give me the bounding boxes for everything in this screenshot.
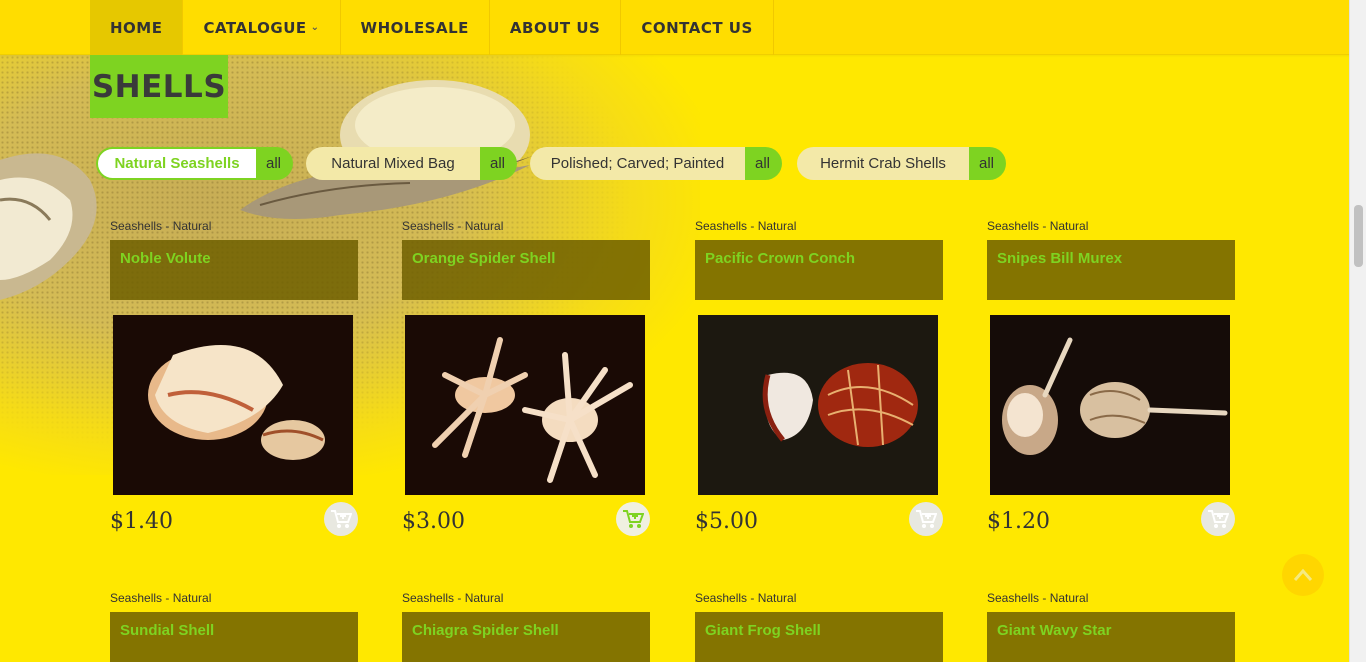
product-card[interactable]: Seashells - Natural Orange Spider Shell … [402,219,650,549]
cart-icon [1208,510,1229,528]
product-category: Seashells - Natural [110,591,212,605]
filter-label[interactable]: Polished; Carved; Painted [530,147,745,180]
nav-catalogue[interactable]: CATALOGUE ⌄ [183,0,341,55]
product-card[interactable]: Seashells - Natural Chiagra Spider Shell [402,591,650,662]
cart-icon [623,510,644,528]
filter-natural-mixed-bag[interactable]: Natural Mixed Bag all [306,147,518,180]
product-card[interactable]: Seashells - Natural Sundial Shell [110,591,358,662]
filter-label[interactable]: Natural Mixed Bag [306,147,480,180]
product-price: $1.40 [110,509,173,534]
filter-hermit-crab-shells[interactable]: Hermit Crab Shells all [797,147,1007,180]
product-image[interactable] [405,315,645,495]
product-category: Seashells - Natural [695,219,797,233]
nav-home[interactable]: HOME [90,0,184,55]
chevron-down-icon: ⌄ [310,22,320,33]
product-name[interactable]: Chiagra Spider Shell [402,612,650,662]
main-nav: HOME CATALOGUE ⌄ WHOLESALE ABOUT US CONTA… [90,0,774,55]
nav-catalogue-label: CATALOGUE [203,18,307,37]
filter-polished-carved-painted[interactable]: Polished; Carved; Painted all [530,147,783,180]
product-name[interactable]: Noble Volute [110,240,358,300]
top-navbar: HOME CATALOGUE ⌄ WHOLESALE ABOUT US CONTA… [0,0,1366,55]
product-card[interactable]: Seashells - Natural Snipes Bill Murex $1… [987,219,1235,549]
product-name[interactable]: Pacific Crown Conch [695,240,943,300]
page-title: SHELLS [90,55,228,118]
filter-all-button[interactable]: all [745,147,783,180]
product-name[interactable]: Sundial Shell [110,612,358,662]
product-name[interactable]: Giant Wavy Star [987,612,1235,662]
product-category: Seashells - Natural [110,219,212,233]
filter-all-button[interactable]: all [256,147,294,180]
product-image[interactable] [113,315,353,495]
product-category: Seashells - Natural [695,591,797,605]
product-price: $3.00 [402,509,465,534]
product-name[interactable]: Giant Frog Shell [695,612,943,662]
product-category: Seashells - Natural [987,591,1089,605]
product-card[interactable]: Seashells - Natural Pacific Crown Conch … [695,219,943,549]
nav-contact-us[interactable]: CONTACT US [621,0,774,55]
cart-icon [916,510,937,528]
product-card[interactable]: Seashells - Natural Giant Wavy Star [987,591,1235,662]
scrollbar-thumb[interactable] [1354,205,1363,267]
add-to-cart-button[interactable] [616,502,650,536]
add-to-cart-button[interactable] [1201,502,1235,536]
filter-label[interactable]: Natural Seashells [96,147,256,180]
product-image[interactable] [698,315,938,495]
add-to-cart-button[interactable] [909,502,943,536]
product-category: Seashells - Natural [402,219,504,233]
product-category: Seashells - Natural [402,591,504,605]
cart-icon [331,510,352,528]
filter-all-button[interactable]: all [969,147,1007,180]
nav-wholesale[interactable]: WHOLESALE [341,0,490,55]
add-to-cart-button[interactable] [324,502,358,536]
nav-home-label: HOME [110,18,163,37]
nav-wholesale-label: WHOLESALE [360,18,469,37]
product-image[interactable] [990,315,1230,495]
product-price: $1.20 [987,509,1050,534]
page-scrollbar[interactable] [1349,0,1366,662]
product-name[interactable]: Orange Spider Shell [402,240,650,300]
chevron-up-icon [1293,568,1313,581]
filter-natural-seashells[interactable]: Natural Seashells all [96,147,294,180]
product-category: Seashells - Natural [987,219,1089,233]
back-to-top-button[interactable] [1282,554,1324,596]
product-name[interactable]: Snipes Bill Murex [987,240,1235,300]
product-card[interactable]: Seashells - Natural Noble Volute $1.40 [110,219,358,549]
nav-about-label: ABOUT US [509,18,601,37]
filter-all-button[interactable]: all [480,147,518,180]
product-price: $5.00 [695,509,758,534]
product-card[interactable]: Seashells - Natural Giant Frog Shell [695,591,943,662]
nav-about-us[interactable]: ABOUT US [490,0,622,55]
filter-label[interactable]: Hermit Crab Shells [797,147,969,180]
nav-contact-label: CONTACT US [641,18,753,37]
